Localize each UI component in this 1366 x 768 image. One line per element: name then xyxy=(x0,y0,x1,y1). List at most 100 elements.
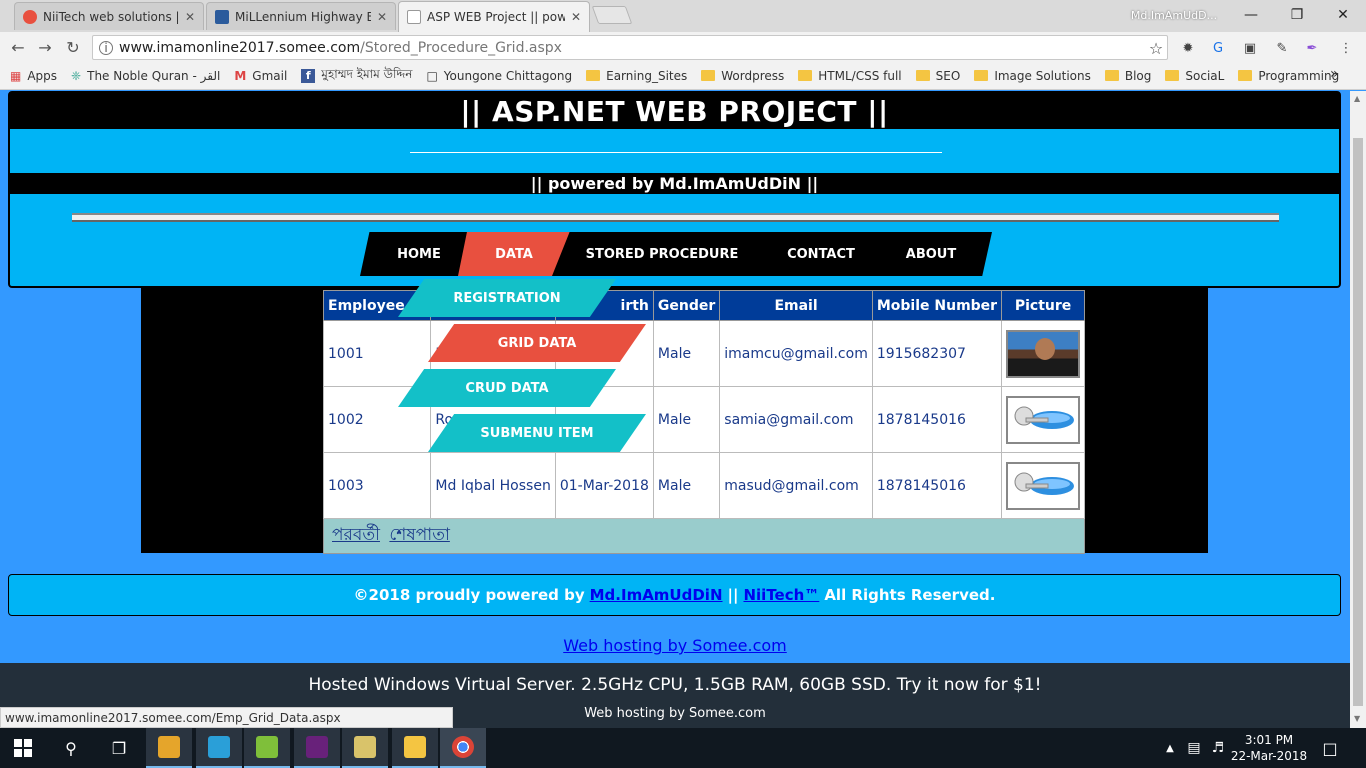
bookmarks-bar: ▦ Apps ❈ The Noble Quran - القر M Gmail f মু… xyxy=(0,62,1366,90)
bookmark-youngone[interactable]: □ Youngone Chittagong xyxy=(426,69,572,83)
site-title: || ASP.NET WEB PROJECT || xyxy=(10,93,1339,129)
submenu-crud-data[interactable]: CRUD DATA xyxy=(398,369,616,407)
taskbar-file-explorer-icon[interactable] xyxy=(392,728,438,768)
menu-stored-procedure[interactable]: STORED PROCEDURE xyxy=(552,232,772,276)
info-icon[interactable]: i xyxy=(99,40,113,55)
bookmark-folder-htmlcss[interactable]: HTML/CSS full xyxy=(798,69,902,83)
bookmark-folder-programming[interactable]: Programming xyxy=(1238,69,1339,83)
folder-icon xyxy=(1165,70,1180,81)
bookmark-folder-earning[interactable]: Earning_Sites xyxy=(586,69,687,83)
minimize-icon[interactable]: — xyxy=(1228,0,1274,30)
photo-favicon-icon xyxy=(215,9,229,24)
somee-hosting-link-wrap: Web hosting by Somee.com xyxy=(0,636,1350,655)
bookmark-label: Youngone Chittagong xyxy=(443,68,573,83)
bookmark-facebook-profile[interactable]: f মুহাম্মদ ইমাম উদ্দিন xyxy=(301,66,412,86)
close-window-icon[interactable]: ✕ xyxy=(1320,0,1366,30)
folder-icon xyxy=(1104,70,1119,81)
pager-last-link[interactable]: শেষপাতা xyxy=(389,525,449,545)
bookmark-star-icon[interactable]: ☆ xyxy=(1146,38,1166,58)
tab-millennium[interactable]: MiLLennium Highway Ex ✕ xyxy=(206,2,396,30)
footer-separator: || xyxy=(727,586,739,604)
scrollbar-thumb[interactable] xyxy=(1353,138,1363,706)
restore-icon[interactable]: ❐ xyxy=(1274,0,1320,30)
employee-grid: Employee ID irth Gender Email Mobile Num… xyxy=(322,290,1086,554)
new-tab-button[interactable] xyxy=(591,6,633,24)
network-icon[interactable]: ▤ xyxy=(1182,728,1206,768)
close-tab-icon[interactable]: ✕ xyxy=(571,10,581,24)
task-view-icon[interactable]: ❐ xyxy=(96,728,142,768)
bookmark-label: Image Solutions xyxy=(994,68,1091,83)
app-icon-shape xyxy=(306,736,328,758)
windows-start-icon[interactable] xyxy=(0,728,46,768)
notifications-icon[interactable]: □ xyxy=(1310,728,1350,768)
system-clock[interactable]: 3:01 PM 22-Mar-2018 xyxy=(1230,728,1308,768)
cell-dob: 01-Mar-2018 xyxy=(554,452,654,519)
bookmark-label: Wordpress xyxy=(721,68,785,83)
bookmark-folder-social[interactable]: SociaL xyxy=(1165,69,1224,83)
folder-icon xyxy=(586,70,601,81)
feather-icon[interactable]: ✒ xyxy=(1302,38,1322,58)
bookmark-folder-seo[interactable]: SEO xyxy=(915,68,961,83)
menu-data[interactable]: DATA xyxy=(458,232,570,276)
table-row: 1003 Md Iqbal Hossen 01-Mar-2018 Male ma… xyxy=(322,452,1086,519)
folder-icon xyxy=(701,70,716,81)
incognito-icon[interactable]: ▣ xyxy=(1240,38,1260,58)
menu-dots-icon[interactable]: ⋮ xyxy=(1336,38,1356,58)
menu-contact[interactable]: CONTACT xyxy=(754,232,888,276)
bookmark-gmail[interactable]: M Gmail xyxy=(234,69,287,83)
bookmark-label: SEO xyxy=(935,68,961,83)
translate-icon[interactable]: G xyxy=(1208,38,1228,58)
bookmark-folder-wordpress[interactable]: Wordpress xyxy=(701,69,784,83)
folder-icon xyxy=(1238,70,1253,81)
extension-bug-icon[interactable]: ✹ xyxy=(1178,38,1198,58)
close-tab-icon[interactable]: ✕ xyxy=(185,10,195,24)
scroll-up-icon[interactable]: ▲ xyxy=(1354,94,1360,103)
reload-icon[interactable]: ↻ xyxy=(61,36,85,58)
footer-prefix: ©2018 proudly powered by xyxy=(353,586,585,604)
footer-company-link[interactable]: NiiTech™ xyxy=(743,586,819,604)
col-mobile: Mobile Number xyxy=(871,290,1003,321)
search-icon[interactable]: ⚲ xyxy=(48,728,94,768)
footer-author-link[interactable]: Md.ImAmUdDiN xyxy=(590,586,723,604)
taskbar-chrome-icon[interactable] xyxy=(440,728,486,768)
folder-icon xyxy=(915,70,930,81)
profile-name[interactable]: Md.ImAmUdD... xyxy=(1120,0,1228,30)
cell-email: samia@gmail.com xyxy=(719,386,873,453)
submenu-grid-data[interactable]: GRID DATA xyxy=(428,324,646,362)
taskbar-app-ssms-icon[interactable] xyxy=(146,728,192,768)
bookmark-noble-quran[interactable]: ❈ The Noble Quran - القر xyxy=(71,69,220,83)
more-bookmarks-chevron-icon[interactable]: » xyxy=(1330,66,1339,82)
col-picture: Picture xyxy=(1001,290,1086,321)
volume-icon[interactable]: ♬ xyxy=(1206,728,1230,768)
cell-mobile: 1878145016 xyxy=(871,452,1003,519)
taskbar-app-visual-studio-icon[interactable] xyxy=(294,728,340,768)
cell-picture xyxy=(1001,386,1086,453)
taskbar-app-notepad-icon[interactable] xyxy=(244,728,290,768)
tab-title: ASP WEB Project || powe xyxy=(427,10,565,24)
tray-chevron-icon[interactable]: ▲ xyxy=(1160,728,1180,768)
bookmark-folder-blog[interactable]: Blog xyxy=(1104,69,1151,83)
somee-hosting-link[interactable]: Web hosting by Somee.com xyxy=(563,636,787,655)
cell-gender: Male xyxy=(652,320,721,387)
bookmark-folder-image-solutions[interactable]: Image Solutions xyxy=(974,69,1091,83)
cell-email: imamcu@gmail.com xyxy=(719,320,873,387)
cell-id: 1003 xyxy=(322,452,432,519)
close-tab-icon[interactable]: ✕ xyxy=(377,10,387,24)
address-bar[interactable]: i www.imamonline2017.somee.com/Stored_Pr… xyxy=(92,35,1168,60)
pen-extension-icon[interactable]: ✎ xyxy=(1272,38,1292,58)
menu-about[interactable]: ABOUT xyxy=(870,232,992,276)
cell-picture xyxy=(1001,452,1086,519)
taskbar-app-settings-icon[interactable] xyxy=(196,728,242,768)
back-arrow-icon[interactable]: ← xyxy=(6,36,30,58)
submenu-registration[interactable]: REGISTRATION xyxy=(398,279,616,317)
page-icon: □ xyxy=(426,68,438,83)
pager-next-link[interactable]: পরবর্তী xyxy=(332,525,380,545)
taskbar-app-tool-icon[interactable] xyxy=(342,728,388,768)
tab-niitech[interactable]: NiiTech web solutions || y ✕ xyxy=(14,2,204,30)
scroll-down-icon[interactable]: ▼ xyxy=(1354,714,1360,723)
ad-headline[interactable]: Hosted Windows Virtual Server. 2.5GHz CP… xyxy=(0,675,1350,695)
submenu-item[interactable]: SUBMENU ITEM xyxy=(428,414,646,452)
forward-arrow-icon[interactable]: → xyxy=(33,36,57,58)
tab-asp-web-project[interactable]: ASP WEB Project || powe ✕ xyxy=(398,1,590,32)
bookmark-apps[interactable]: ▦ Apps xyxy=(10,69,57,83)
